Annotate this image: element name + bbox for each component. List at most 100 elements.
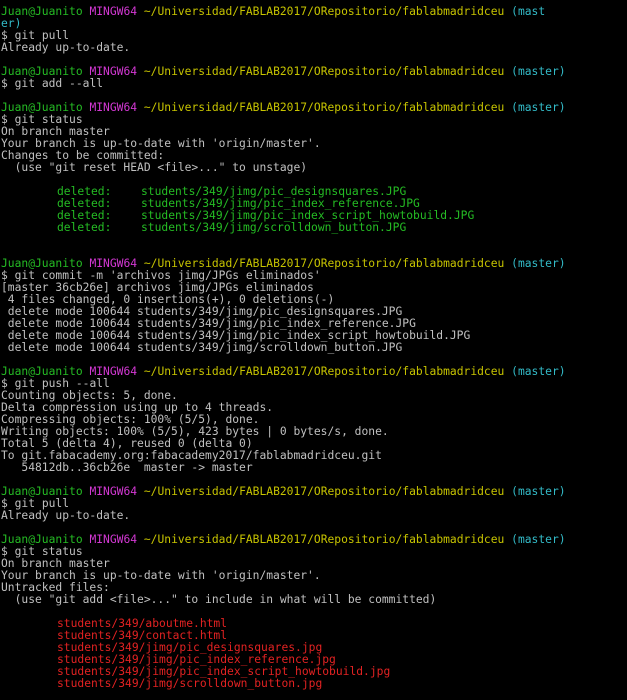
prompt-env: MINGW64	[89, 534, 138, 546]
output-line: To git.fabacademy.org:fabacademy2017/fab…	[1, 450, 382, 462]
command-line: $ git pull	[1, 30, 627, 42]
output-line: delete mode 100644 students/349/jimg/pic…	[1, 306, 403, 318]
prompt-dollar: $	[1, 78, 8, 90]
untracked-file: students/349/contact.html	[57, 630, 228, 642]
output-line: 4 files changed, 0 insertions(+), 0 dele…	[1, 294, 335, 306]
prompt-path: ~/Universidad/FABLAB2017/ORepositorio/fa…	[143, 534, 505, 546]
output-line: Changes to be committed:	[1, 150, 165, 162]
staged-file: students/349/jimg/pic_designsquares.JPG	[141, 186, 407, 198]
prompt-line: Juan@Juanito MINGW64 ~/Universidad/FABLA…	[1, 102, 627, 114]
prompt-user: Juan@Juanito	[1, 486, 83, 498]
command-line: $ git status	[1, 114, 627, 126]
untracked-file-line: students/349/contact.html	[1, 630, 627, 642]
prompt-user: Juan@Juanito	[1, 366, 83, 378]
prompt-branch: (mast	[511, 6, 546, 18]
prompt-user: Juan@Juanito	[1, 66, 83, 78]
staged-file-line: deleted: students/349/jimg/pic_index_scri…	[1, 210, 627, 222]
prompt-branch: (master)	[511, 486, 566, 498]
prompt-branch: (master)	[511, 366, 566, 378]
command-text: git status	[14, 114, 83, 126]
prompt-user: Juan@Juanito	[1, 6, 83, 18]
untracked-file-line: students/349/aboutme.html	[1, 618, 627, 630]
command-text: git pull	[14, 498, 70, 510]
command-text: git status	[14, 546, 83, 558]
untracked-file-line: students/349/jimg/pic_index_script_howto…	[1, 666, 627, 678]
prompt-env: MINGW64	[89, 102, 138, 114]
prompt-line: Juan@Juanito MINGW64 ~/Universidad/FABLA…	[1, 486, 627, 498]
staged-status: deleted:	[57, 210, 112, 222]
output-line: 54812db..36cb26e master -> master	[1, 462, 253, 474]
prompt-path: ~/Universidad/FABLAB2017/ORepositorio/fa…	[143, 258, 505, 270]
untracked-file-line: students/349/jimg/scrolldown_button.jpg	[1, 678, 627, 690]
untracked-file: students/349/jimg/pic_index_reference.jp…	[57, 654, 336, 666]
output-line: Already up-to-date.	[1, 42, 131, 54]
prompt-line: Juan@Juanito MINGW64 ~/Universidad/FABLA…	[1, 6, 627, 18]
output-line: Your branch is up-to-date with 'origin/m…	[1, 570, 321, 582]
prompt-branch-wrap: er)	[1, 18, 22, 30]
command-text: git push --all	[14, 378, 110, 390]
prompt-dollar: $	[1, 114, 8, 126]
prompt-line-wrap: er)	[1, 18, 627, 30]
untracked-file-line: students/349/jimg/pic_index_reference.jp…	[1, 654, 627, 666]
prompt-dollar: $	[1, 498, 8, 510]
staged-file-line: deleted: students/349/jimg/pic_designsqua…	[1, 186, 627, 198]
prompt-env: MINGW64	[89, 66, 138, 78]
command-text: git commit -m 'archivos jimg/JPGs elimin…	[14, 270, 321, 282]
prompt-dollar: $	[1, 378, 8, 390]
prompt-env: MINGW64	[89, 258, 138, 270]
prompt-branch: (master)	[511, 66, 566, 78]
untracked-file: students/349/jimg/scrolldown_button.jpg	[57, 678, 323, 690]
output-line: delete mode 100644 students/349/jimg/pic…	[1, 318, 416, 330]
output-line: On branch master	[1, 558, 110, 570]
output-line: (use "git reset HEAD <file>..." to unsta…	[1, 162, 308, 174]
command-text: git pull	[14, 30, 70, 42]
staged-file: students/349/jimg/pic_index_reference.JP…	[141, 198, 420, 210]
untracked-file-line: students/349/jimg/pic_designsquares.jpg	[1, 642, 627, 654]
output-line: delete mode 100644 students/349/jimg/scr…	[1, 342, 403, 354]
untracked-file: students/349/aboutme.html	[57, 618, 228, 630]
prompt-line: Juan@Juanito MINGW64 ~/Universidad/FABLA…	[1, 534, 627, 546]
untracked-file: students/349/jimg/pic_index_script_howto…	[57, 666, 391, 678]
staged-status: deleted:	[57, 186, 112, 198]
command-text: git add --all	[14, 78, 104, 90]
terminal-window[interactable]: Juan@Juanito MINGW64 ~/Universidad/FABLA…	[0, 0, 627, 700]
output-line: Total 5 (delta 4), reused 0 (delta 0)	[1, 438, 253, 450]
output-line: delete mode 100644 students/349/jimg/pic…	[1, 330, 471, 342]
output-line: On branch master	[1, 126, 110, 138]
staged-status: deleted:	[57, 198, 112, 210]
command-line: $ git push --all	[1, 378, 627, 390]
output-line: Already up-to-date.	[1, 510, 131, 522]
output-line: Writing objects: 100% (5/5), 423 bytes |…	[1, 426, 389, 438]
prompt-path: ~/Universidad/FABLAB2017/ORepositorio/fa…	[143, 6, 505, 18]
prompt-path: ~/Universidad/FABLAB2017/ORepositorio/fa…	[143, 66, 505, 78]
prompt-path: ~/Universidad/FABLAB2017/ORepositorio/fa…	[143, 102, 505, 114]
staged-file-line: deleted: students/349/jimg/pic_index_refe…	[1, 198, 627, 210]
command-line: $ git pull	[1, 498, 627, 510]
staged-file-line: deleted: students/349/jimg/scrolldown_but…	[1, 222, 627, 234]
output-line: Counting objects: 5, done.	[1, 390, 178, 402]
prompt-env: MINGW64	[89, 366, 138, 378]
output-line: Your branch is up-to-date with 'origin/m…	[1, 138, 321, 150]
prompt-dollar: $	[1, 546, 8, 558]
output-line: Compressing objects: 100% (5/5), done.	[1, 414, 260, 426]
prompt-path: ~/Universidad/FABLAB2017/ORepositorio/fa…	[143, 366, 505, 378]
prompt-branch: (master)	[511, 258, 566, 270]
output-line: [master 36cb26e] archivos jimg/JPGs elim…	[1, 282, 314, 294]
prompt-branch: (master)	[511, 534, 566, 546]
prompt-user: Juan@Juanito	[1, 258, 83, 270]
output-line: Delta compression using up to 4 threads.	[1, 402, 274, 414]
prompt-line: Juan@Juanito MINGW64 ~/Universidad/FABLA…	[1, 366, 627, 378]
prompt-env: MINGW64	[89, 486, 138, 498]
prompt-path: ~/Universidad/FABLAB2017/ORepositorio/fa…	[143, 486, 505, 498]
prompt-dollar: $	[1, 270, 8, 282]
command-line: $ git commit -m 'archivos jimg/JPGs elim…	[1, 270, 627, 282]
